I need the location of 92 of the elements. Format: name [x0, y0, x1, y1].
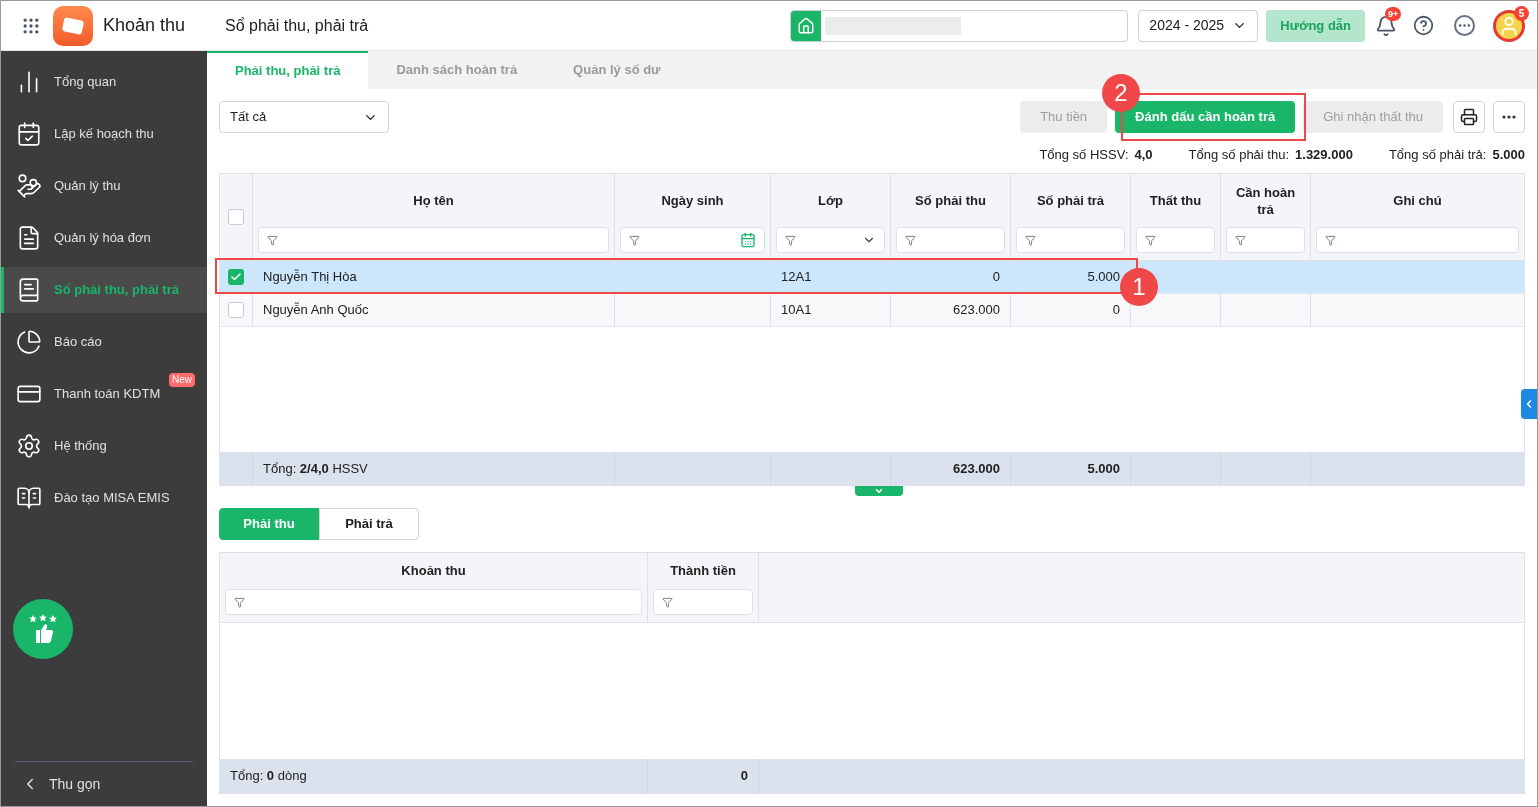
side-panel-toggle[interactable]: [1521, 389, 1537, 419]
avatar[interactable]: [1493, 9, 1525, 42]
filter-dropdown[interactable]: [776, 227, 885, 253]
print-button[interactable]: [1453, 101, 1485, 133]
summary-label: Tổng số phải thu:: [1188, 146, 1290, 165]
sidebar-item[interactable]: Thanh toán KDTM New: [1, 371, 207, 417]
sidebar-item[interactable]: Lập kế hoạch thu: [1, 111, 207, 157]
page-title: Sổ phải thu, phải trả: [225, 15, 369, 36]
filter-field[interactable]: [653, 589, 753, 615]
sidebar-item[interactable]: Đào tạo MISA EMIS: [1, 475, 207, 521]
filter-field[interactable]: [1226, 227, 1305, 253]
checkbox[interactable]: [228, 302, 244, 318]
summary-value: 5.000: [1492, 146, 1525, 165]
more-button[interactable]: [1493, 101, 1525, 133]
home-icon: [797, 16, 816, 35]
splitter-handle[interactable]: [855, 486, 903, 496]
filter-icon: [1025, 234, 1036, 246]
sidebar-item[interactable]: Tổng quan: [1, 59, 207, 105]
filter-icon: [1325, 234, 1336, 246]
filter-icon: [629, 234, 640, 246]
table-cell-text: 0: [1112, 301, 1120, 320]
date-filter-field[interactable]: [620, 227, 765, 253]
filter-icon: [234, 596, 245, 608]
column-header: Ghi chú: [1393, 192, 1442, 209]
column-header: Khoản thu: [401, 562, 466, 581]
pie-chart-icon: [16, 329, 42, 355]
column-header: Số phải thu: [915, 192, 986, 209]
more-icon: [1502, 115, 1516, 119]
column-header: Ngày sinh: [661, 192, 724, 209]
filter-field[interactable]: [1316, 227, 1519, 253]
filter-field[interactable]: [1016, 227, 1125, 253]
open-book-icon: [16, 485, 42, 511]
printer-icon: [1460, 108, 1478, 126]
filter-icon: [662, 596, 673, 608]
new-badge: New: [169, 373, 195, 387]
summary-label: Tổng số phải trả:: [1388, 146, 1487, 165]
table-cell-text: Nguyễn Thị Hòa: [263, 268, 357, 287]
summary-value: 4,0: [1134, 146, 1153, 165]
column-header: Lớp: [817, 192, 844, 209]
calendar-icon: [16, 121, 42, 147]
table-cell-text: 10A1: [781, 301, 812, 320]
coin-hand-icon: [16, 173, 42, 199]
table-cell-text: 5.000: [1087, 268, 1120, 287]
app-logo-icon: [53, 5, 93, 46]
checkbox[interactable]: [228, 209, 244, 225]
filter-field[interactable]: [896, 227, 1005, 253]
school-year-select[interactable]: 2024 - 2025: [1138, 9, 1259, 42]
stars-thumbs-up-icon: [28, 614, 58, 644]
more-icon[interactable]: [1454, 15, 1475, 36]
filter-icon: [1145, 234, 1156, 246]
collapse-button[interactable]: Thu gọn: [1, 762, 207, 806]
filter-icon: [1235, 234, 1246, 246]
avatar-badge: 5: [1514, 5, 1529, 21]
help-icon[interactable]: [1413, 15, 1434, 36]
filter-dropdown[interactable]: Tất cả: [219, 101, 389, 133]
check-icon: [230, 271, 242, 283]
detail-tab[interactable]: Phải trả: [319, 508, 419, 540]
table-cell-text: 12A1: [781, 268, 812, 287]
filter-field[interactable]: [258, 227, 609, 253]
total-value: 5.000: [1087, 459, 1120, 478]
filter-icon: [785, 234, 796, 246]
sidebar-item[interactable]: Báo cáo: [1, 319, 207, 365]
filter-field[interactable]: [1136, 227, 1215, 253]
column-header: Thất thu: [1149, 192, 1202, 209]
sidebar-item[interactable]: Quản lý hóa đơn: [1, 215, 207, 261]
filter-icon: [905, 234, 916, 246]
sidebar-item[interactable]: Hệ thống: [1, 423, 207, 469]
checkbox[interactable]: [228, 269, 244, 285]
calendar-icon: [740, 232, 756, 248]
summary-label: Tổng số HSSV:: [1039, 146, 1129, 165]
school-search-field[interactable]: [790, 9, 1129, 42]
total-value: 623.000: [953, 459, 1000, 478]
column-header: Cần hoàn trả: [1234, 183, 1297, 218]
table-cell-text: 0: [992, 268, 1000, 287]
column-header: Họ tên: [413, 192, 454, 209]
column-header: Thành tiền: [670, 562, 736, 581]
rate-button[interactable]: [13, 599, 73, 659]
sidebar-item[interactable]: Quản lý thu: [1, 163, 207, 209]
filter-icon: [267, 234, 278, 246]
table-row[interactable]: Nguyễn Anh Quốc 10A1 623.000 0: [220, 294, 1524, 327]
caret-icon: [874, 486, 884, 496]
filter-field[interactable]: [225, 589, 642, 615]
column-header: Số phải trả: [1036, 192, 1105, 209]
total-label: Tổng: 2/4,0 HSSV: [263, 459, 368, 478]
table-cell-text: 623.000: [953, 301, 1000, 320]
total-value: 0: [740, 767, 748, 786]
settings-icon: [16, 433, 42, 459]
total-label: Tổng: 0 dòng: [230, 767, 307, 786]
summary-value: 1.329.000: [1295, 146, 1353, 165]
table-cell-text: Nguyễn Anh Quốc: [263, 301, 369, 320]
app-name: Khoản thu: [103, 14, 187, 37]
notification-badge: 9+: [1385, 6, 1402, 21]
